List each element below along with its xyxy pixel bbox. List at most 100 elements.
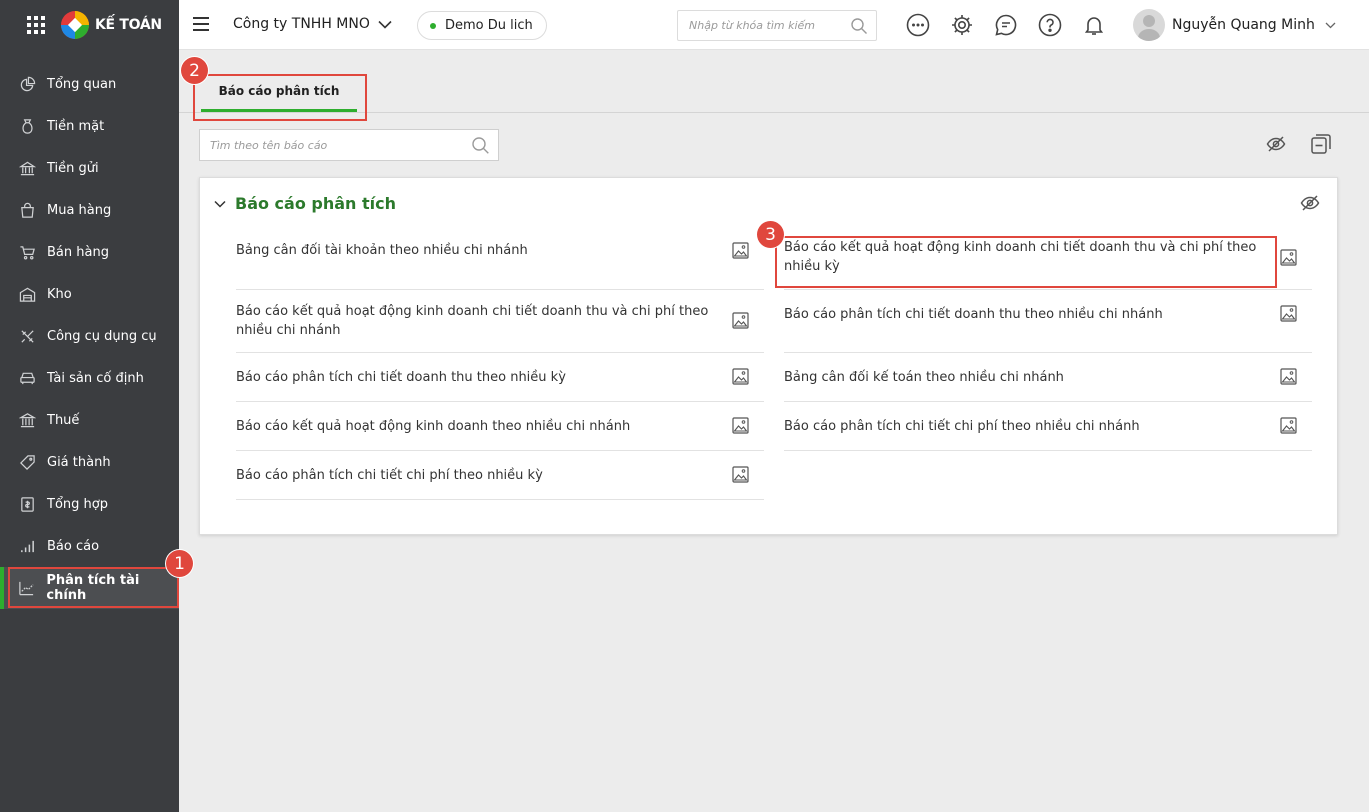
- pie-chart-icon: [18, 75, 36, 93]
- image-icon[interactable]: [1280, 305, 1297, 322]
- report-title: Báo cáo phân tích chi tiết doanh thu the…: [236, 370, 566, 385]
- brand-name: KẾ TOÁN: [95, 17, 162, 33]
- report-title: Bảng cân đối kế toán theo nhiều chi nhán…: [784, 370, 1064, 385]
- image-icon[interactable]: [1280, 368, 1297, 385]
- cart-icon: [18, 243, 36, 261]
- help-icon[interactable]: [1038, 12, 1062, 38]
- hamburger-menu-icon[interactable]: [193, 17, 209, 31]
- report-item[interactable]: Báo cáo phân tích chi tiết chi phí theo …: [236, 451, 764, 500]
- company-name: Công ty TNHH MNO: [233, 16, 370, 32]
- sidebar-item-label: Kho: [47, 286, 72, 302]
- sidebar-item-label: Tiền gửi: [47, 160, 99, 176]
- sidebar-item-label: Giá thành: [47, 454, 111, 470]
- report-item[interactable]: Báo cáo kết quả hoạt động kinh doanh chi…: [236, 290, 764, 353]
- image-icon[interactable]: [732, 466, 749, 483]
- group-header[interactable]: Báo cáo phân tích: [214, 194, 396, 213]
- sidebar-item-bao-cao[interactable]: Báo cáo: [0, 525, 179, 567]
- chevron-down-icon: [214, 200, 226, 208]
- user-menu[interactable]: Nguyễn Quang Minh: [1133, 9, 1336, 41]
- sidebar-item-tai-san-co-dinh[interactable]: Tài sản cố định: [0, 357, 179, 399]
- tools-icon: [18, 327, 36, 345]
- chevron-down-icon: [378, 20, 392, 29]
- sidebar-item-tien-gui[interactable]: Tiền gửi: [0, 147, 179, 189]
- gear-icon[interactable]: [950, 12, 974, 38]
- sidebar-item-label: Mua hàng: [47, 202, 112, 218]
- report-item[interactable]: Bảng cân đối tài khoản theo nhiều chi nh…: [236, 218, 764, 290]
- sidebar-item-cong-cu-dung-cu[interactable]: Công cụ dụng cụ: [0, 315, 179, 357]
- government-icon: [18, 411, 36, 429]
- report-item[interactable]: Báo cáo phân tích chi tiết chi phí theo …: [784, 402, 1312, 451]
- price-tag-icon: [18, 453, 36, 471]
- report-item[interactable]: Bảng cân đối kế toán theo nhiều chi nhán…: [784, 353, 1312, 402]
- report-title: Báo cáo kết quả hoạt động kinh doanh chi…: [236, 304, 709, 338]
- search-icon[interactable]: [850, 17, 868, 35]
- step-badge-1: 1: [166, 550, 193, 577]
- sidebar-item-gia-thanh[interactable]: Giá thành: [0, 441, 179, 483]
- sidebar-top: KẾ TOÁN: [0, 0, 179, 50]
- collapse-all-icon[interactable]: [1310, 133, 1332, 155]
- database-badge[interactable]: Demo Du lich: [417, 11, 547, 40]
- hide-eye-icon[interactable]: [1300, 194, 1320, 212]
- sidebar-item-mua-hang[interactable]: Mua hàng: [0, 189, 179, 231]
- car-icon: [18, 369, 36, 387]
- sidebar: KẾ TOÁN Tổng quan Tiền mặt Tiền gửi Mua …: [0, 0, 179, 812]
- sidebar-item-tong-hop[interactable]: Tổng hợp: [0, 483, 179, 525]
- sidebar-item-ban-hang[interactable]: Bán hàng: [0, 231, 179, 273]
- image-icon[interactable]: [1280, 417, 1297, 434]
- image-icon[interactable]: [732, 368, 749, 385]
- status-dot-icon: [430, 22, 436, 29]
- report-title: Bảng cân đối tài khoản theo nhiều chi nh…: [236, 243, 528, 258]
- user-name: Nguyễn Quang Minh: [1172, 17, 1315, 33]
- money-bag-icon: [18, 117, 36, 135]
- report-title: Báo cáo phân tích chi tiết doanh thu the…: [784, 307, 1163, 322]
- report-title: Báo cáo kết quả hoạt động kinh doanh the…: [236, 419, 631, 434]
- step-badge-3: 3: [757, 221, 784, 248]
- warehouse-icon: [18, 285, 36, 303]
- sidebar-item-label: Báo cáo: [47, 538, 100, 554]
- image-icon[interactable]: [1280, 249, 1297, 266]
- sidebar-item-tong-quan[interactable]: Tổng quan: [0, 63, 179, 105]
- report-title: Báo cáo phân tích chi tiết chi phí theo …: [784, 419, 1140, 434]
- sidebar-item-label: Bán hàng: [47, 244, 109, 260]
- report-item[interactable]: Báo cáo phân tích chi tiết doanh thu the…: [236, 353, 764, 402]
- sidebar-item-kho[interactable]: Kho: [0, 273, 179, 315]
- ledger-icon: [18, 495, 36, 513]
- chat-icon[interactable]: [994, 12, 1018, 38]
- sidebar-item-label: Tiền mặt: [47, 118, 105, 134]
- sidebar-item-label: Tổng hợp: [47, 496, 108, 512]
- bar-chart-icon: [18, 537, 36, 555]
- brand-logo-icon: [61, 11, 89, 39]
- report-item[interactable]: Báo cáo kết quả hoạt động kinh doanh the…: [236, 402, 764, 451]
- highlight-box-step3: [775, 236, 1277, 288]
- company-selector[interactable]: Công ty TNHH MNO: [233, 16, 392, 32]
- image-icon[interactable]: [732, 242, 749, 259]
- sidebar-item-thue[interactable]: Thuế: [0, 399, 179, 441]
- sidebar-item-label: Tổng quan: [47, 76, 117, 92]
- bell-icon[interactable]: [1082, 12, 1106, 38]
- search-icon[interactable]: [471, 136, 490, 155]
- more-options-icon[interactable]: [906, 12, 930, 38]
- group-title: Báo cáo phân tích: [235, 194, 397, 213]
- sidebar-item-tien-mat[interactable]: Tiền mặt: [0, 105, 179, 147]
- sidebar-item-label: Tài sản cố định: [47, 370, 144, 386]
- global-search-input[interactable]: Nhập từ khóa tìm kiếm: [677, 10, 877, 41]
- sidebar-item-label: Thuế: [47, 412, 80, 428]
- global-search-placeholder: Nhập từ khóa tìm kiếm: [689, 19, 816, 32]
- bank-icon: [18, 159, 36, 177]
- database-name: Demo Du lich: [445, 18, 533, 33]
- top-header: Công ty TNHH MNO Demo Du lich Nhập từ kh…: [179, 0, 1369, 50]
- highlight-box-step2: [193, 74, 367, 121]
- report-title: Báo cáo phân tích chi tiết chi phí theo …: [236, 468, 543, 483]
- report-item[interactable]: Báo cáo phân tích chi tiết doanh thu the…: [784, 290, 1312, 353]
- image-icon[interactable]: [732, 417, 749, 434]
- hide-eye-icon[interactable]: [1266, 135, 1286, 153]
- header-icons: [906, 12, 1106, 38]
- chevron-down-icon: [1325, 22, 1336, 28]
- report-search-input[interactable]: Tìm theo tên báo cáo: [199, 129, 499, 161]
- step-badge-2: 2: [181, 57, 208, 84]
- avatar: [1133, 9, 1165, 41]
- shopping-bag-icon: [18, 201, 36, 219]
- image-icon[interactable]: [732, 312, 749, 329]
- report-search-placeholder: Tìm theo tên báo cáo: [210, 138, 328, 152]
- app-grid-icon[interactable]: [27, 16, 45, 34]
